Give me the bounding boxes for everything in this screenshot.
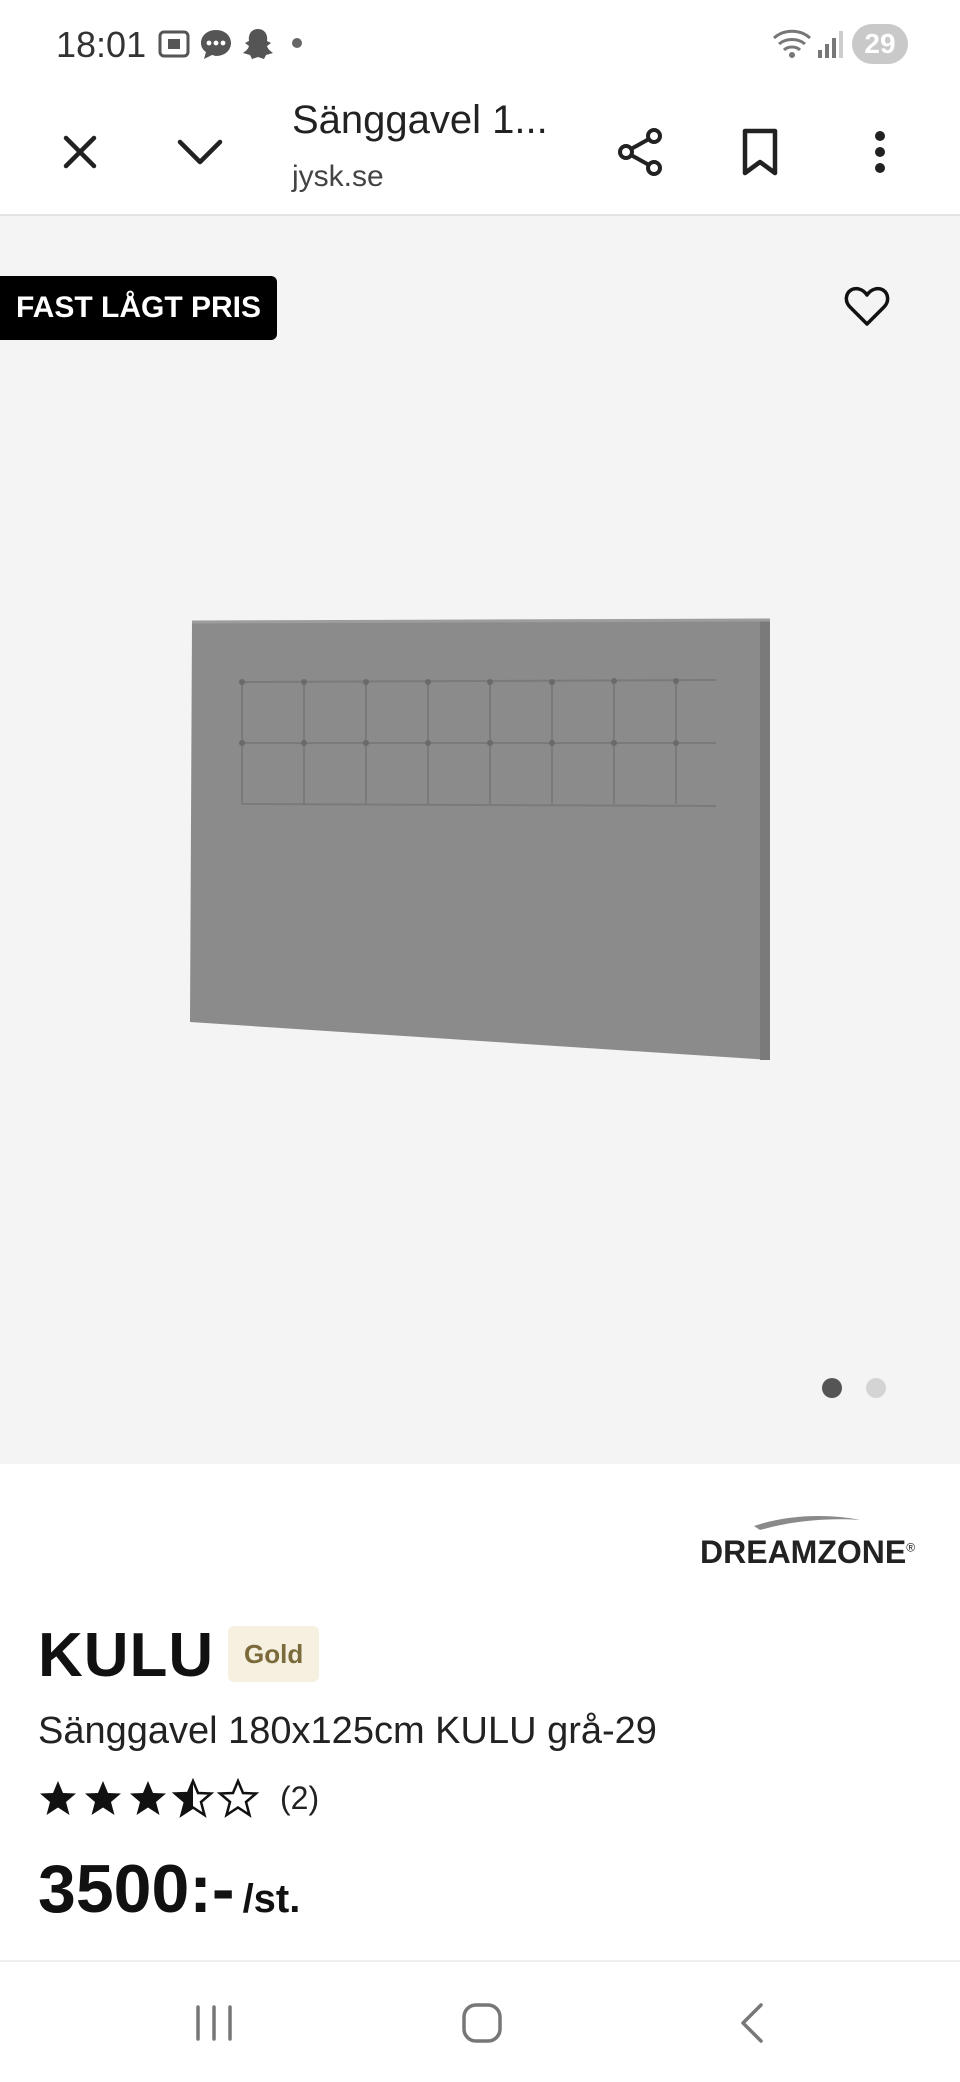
share-button[interactable] <box>604 116 676 188</box>
recent-apps-icon <box>196 2005 232 2041</box>
price-unit: /st. <box>242 1877 301 1921</box>
wifi-icon <box>772 29 812 58</box>
battery-indicator: 29 <box>852 24 908 64</box>
page-title[interactable]: Sänggavel 1... <box>292 98 548 143</box>
tier-badge: Gold <box>228 1626 320 1682</box>
browser-toolbar: Sänggavel 1... jysk.se <box>0 88 960 216</box>
system-nav-bar <box>0 1960 960 2082</box>
screenshot-icon <box>158 30 190 58</box>
home-button[interactable] <box>442 1988 522 2058</box>
page-url[interactable]: jysk.se <box>292 160 384 194</box>
gallery-dot-2[interactable] <box>866 1378 886 1398</box>
chevron-down-icon <box>177 139 223 165</box>
product-image-headboard <box>190 618 771 1060</box>
bookmark-icon <box>742 128 778 176</box>
brand-logo: DREAMZONE® <box>700 1510 926 1575</box>
home-icon <box>462 2003 502 2043</box>
product-price: 3500:-/st. <box>38 1850 300 1928</box>
status-bar: 18:01 29 <box>0 0 960 88</box>
share-icon <box>618 128 662 176</box>
snapchat-icon <box>243 29 273 59</box>
product-description: Sänggavel 180x125cm KULU grå-29 <box>38 1710 657 1752</box>
price-value: 3500:- <box>38 1851 235 1927</box>
brand-name: DREAMZONE <box>700 1534 907 1570</box>
status-time: 18:01 <box>56 24 147 65</box>
product-name: KULU <box>38 1621 215 1690</box>
close-icon <box>63 135 97 169</box>
star-rating-icon <box>40 1779 258 1817</box>
more-vert-icon <box>875 131 885 173</box>
back-button[interactable] <box>712 1988 792 2058</box>
signal-icon <box>818 31 843 58</box>
minimize-button[interactable] <box>164 116 236 188</box>
close-button[interactable] <box>44 116 116 188</box>
gallery-dot-1[interactable] <box>822 1378 842 1398</box>
price-badge: FAST LÅGT PRIS <box>0 276 278 340</box>
back-icon <box>741 2003 763 2043</box>
product-rating[interactable]: (2) <box>38 1778 319 1818</box>
gallery-pagination <box>822 1378 886 1398</box>
more-options-button[interactable] <box>844 116 916 188</box>
heart-icon[interactable] <box>844 286 890 328</box>
bookmark-button[interactable] <box>724 116 796 188</box>
review-count[interactable]: (2) <box>280 1780 319 1817</box>
recent-apps-button[interactable] <box>174 1988 254 2058</box>
product-gallery[interactable]: FAST LÅGT PRIS <box>0 216 960 1464</box>
dot-icon <box>292 38 302 48</box>
chat-icon <box>201 30 231 59</box>
